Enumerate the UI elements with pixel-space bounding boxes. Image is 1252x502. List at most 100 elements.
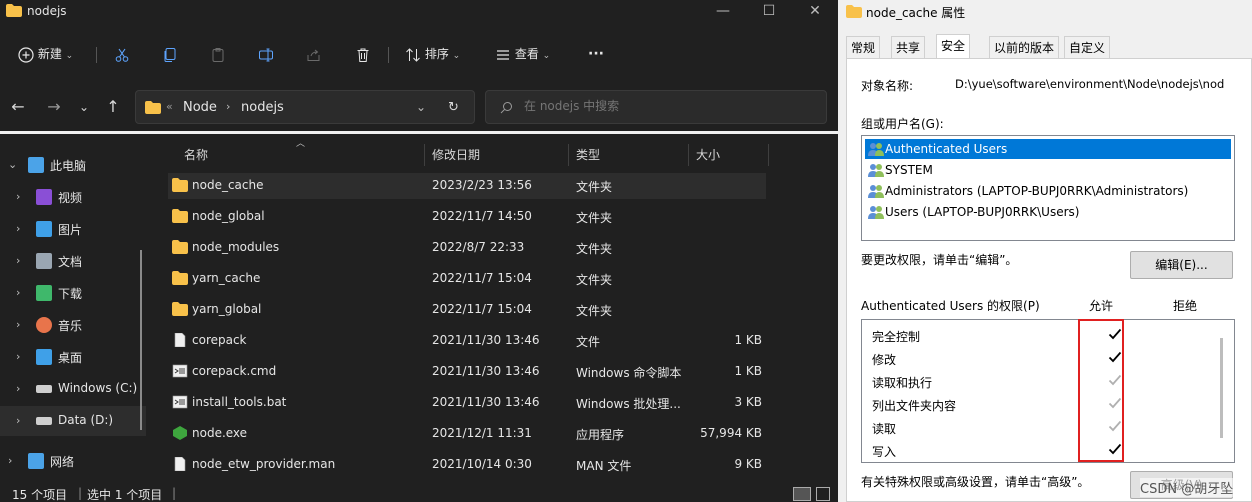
- user-list-item[interactable]: Administrators (LAPTOP-BUPJ0RRK\Administ…: [865, 181, 1231, 201]
- sidebar-item-5[interactable]: › 音乐: [0, 310, 146, 340]
- column-divider[interactable]: [424, 144, 425, 166]
- chevron-right-icon[interactable]: ›: [16, 190, 20, 203]
- sidebar-item-0[interactable]: ⌄ 此电脑: [0, 150, 146, 180]
- file-row[interactable]: node_modules 2022/8/7 22:33 文件夹: [168, 235, 766, 261]
- divider: [388, 47, 389, 63]
- view-button[interactable]: 查看 ⌄: [495, 40, 550, 68]
- file-row[interactable]: corepack.cmd 2021/11/30 13:46 Windows 命令脚本…: [168, 359, 766, 385]
- folder-icon: [172, 240, 188, 254]
- sidebar-item-3[interactable]: › 文档: [0, 246, 146, 276]
- share-icon: [307, 49, 320, 61]
- chevron-right-icon[interactable]: ›: [16, 350, 20, 363]
- security-panel: 对象名称: D:\yue\software\environment\Node\n…: [846, 58, 1252, 502]
- window-title: nodejs: [27, 4, 67, 18]
- folder-icon: [6, 4, 22, 17]
- sidebar-item-1[interactable]: › 视频: [0, 182, 146, 212]
- new-label: 新建: [37, 47, 62, 61]
- group-user-label: 组或用户名(G):: [861, 117, 944, 131]
- close-button[interactable]: ✕: [792, 0, 838, 24]
- chevron-right-icon[interactable]: ›: [16, 254, 20, 267]
- column-header-size[interactable]: 大小: [696, 146, 720, 163]
- file-type: Windows 命令脚本: [576, 366, 682, 380]
- delete-button[interactable]: [355, 40, 371, 68]
- sidebar-item-4[interactable]: › 下载: [0, 278, 146, 308]
- user-list-item[interactable]: Users (LAPTOP-BUPJ0RRK\Users): [865, 202, 1231, 222]
- sort-up-icon: ︿: [296, 139, 306, 149]
- user-group-icon: [867, 204, 885, 220]
- sidebar-scrollbar[interactable]: [140, 250, 142, 430]
- share-button[interactable]: [306, 40, 322, 68]
- file-row[interactable]: install_tools.bat 2021/11/30 13:46 Windows…: [168, 390, 766, 416]
- column-header-modified[interactable]: 修改日期: [432, 146, 480, 163]
- tab-3[interactable]: 以前的版本: [989, 36, 1060, 58]
- user-label: Users (LAPTOP-BUPJ0RRK\Users): [885, 205, 1080, 219]
- sidebar-item-9[interactable]: › 网络: [0, 446, 146, 476]
- download-icon: [36, 285, 52, 301]
- overflow-crumb[interactable]: «: [166, 100, 173, 113]
- sidebar-item-6[interactable]: › 桌面: [0, 342, 146, 372]
- breadcrumb-nodejs[interactable]: nodejs: [241, 100, 284, 115]
- chevron-down-icon[interactable]: ⌄: [8, 158, 17, 171]
- tab-1[interactable]: 共享: [891, 36, 926, 58]
- sidebar-item-7[interactable]: › Windows (C:): [0, 374, 146, 404]
- details-view-icon[interactable]: [793, 487, 811, 501]
- file-row[interactable]: yarn_cache 2022/11/7 15:04 文件夹: [168, 266, 766, 292]
- edit-button[interactable]: 编辑(E)...: [1130, 251, 1233, 279]
- view-icon: [497, 49, 509, 60]
- view-label: 查看: [514, 47, 539, 61]
- file-row[interactable]: node_cache 2023/2/23 13:56 文件夹: [168, 173, 766, 199]
- file-row[interactable]: yarn_global 2022/11/7 15:04 文件夹: [168, 297, 766, 323]
- new-button[interactable]: 新建 ⌄: [18, 40, 73, 68]
- rename-button[interactable]: [258, 40, 274, 68]
- document-icon: [36, 253, 52, 269]
- more-options-button[interactable]: ···: [588, 40, 604, 68]
- file-row[interactable]: node_etw_provider.man 2021/10/14 0:30 MAN …: [168, 452, 766, 478]
- tiles-view-icon[interactable]: [816, 487, 830, 501]
- search-box[interactable]: [485, 90, 827, 124]
- column-divider[interactable]: [768, 144, 769, 166]
- cut-button[interactable]: [114, 40, 130, 68]
- sort-icon: [406, 47, 420, 62]
- file-row[interactable]: corepack 2021/11/30 13:46 文件 1 KB: [168, 328, 766, 354]
- column-divider[interactable]: [688, 144, 689, 166]
- user-list[interactable]: Authenticated Users SYSTEM Administrators …: [861, 135, 1235, 241]
- tab-4[interactable]: 自定义: [1064, 36, 1111, 58]
- column-header-type[interactable]: 类型: [576, 146, 600, 163]
- file-row[interactable]: node.exe 2021/12/1 11:31 应用程序 57,994 KB: [168, 421, 766, 447]
- chevron-right-icon[interactable]: ›: [16, 382, 20, 395]
- address-dropdown-icon[interactable]: ⌄: [416, 100, 426, 114]
- user-list-item[interactable]: SYSTEM: [865, 160, 1231, 180]
- search-input[interactable]: [524, 99, 804, 113]
- column-divider[interactable]: [568, 144, 569, 166]
- up-arrow-icon[interactable]: ↑: [103, 97, 123, 117]
- sidebar-item-8[interactable]: › Data (D:): [0, 406, 146, 436]
- copy-button[interactable]: [162, 40, 178, 68]
- column-header-name[interactable]: 名称: [184, 146, 208, 163]
- chevron-right-icon[interactable]: ›: [16, 318, 20, 331]
- user-list-item[interactable]: Authenticated Users: [865, 139, 1231, 159]
- tab-2[interactable]: 安全: [936, 34, 971, 58]
- file-type: 文件夹: [576, 304, 613, 318]
- minimize-button[interactable]: —: [700, 0, 746, 24]
- chevron-right-icon[interactable]: ›: [16, 414, 20, 427]
- forward-arrow-icon[interactable]: →: [44, 97, 64, 117]
- back-arrow-icon[interactable]: ←: [8, 97, 28, 117]
- user-label: SYSTEM: [885, 163, 933, 177]
- sidebar-item-label: 视频: [58, 191, 83, 205]
- recent-chevron-icon[interactable]: ⌄: [74, 97, 94, 117]
- chevron-right-icon[interactable]: ›: [8, 454, 12, 467]
- breadcrumb-node[interactable]: Node: [183, 100, 217, 115]
- tab-0[interactable]: 常规: [846, 36, 881, 58]
- maximize-button[interactable]: ☐: [746, 0, 792, 24]
- address-bar[interactable]: « Node › nodejs ⌄ ↻: [135, 90, 475, 124]
- file-row[interactable]: node_global 2022/11/7 14:50 文件夹: [168, 204, 766, 230]
- chevron-right-icon[interactable]: ›: [16, 222, 20, 235]
- paste-button[interactable]: [210, 40, 226, 68]
- permission-scrollbar[interactable]: [1220, 338, 1223, 438]
- sort-button[interactable]: 排序 ⌄: [405, 40, 460, 68]
- sidebar-item-2[interactable]: › 图片: [0, 214, 146, 244]
- file-modified: 2022/11/7 15:04: [432, 302, 532, 316]
- chevron-right-icon[interactable]: ›: [16, 286, 20, 299]
- refresh-icon[interactable]: ↻: [448, 100, 459, 115]
- file-modified: 2021/12/1 11:31: [432, 426, 532, 440]
